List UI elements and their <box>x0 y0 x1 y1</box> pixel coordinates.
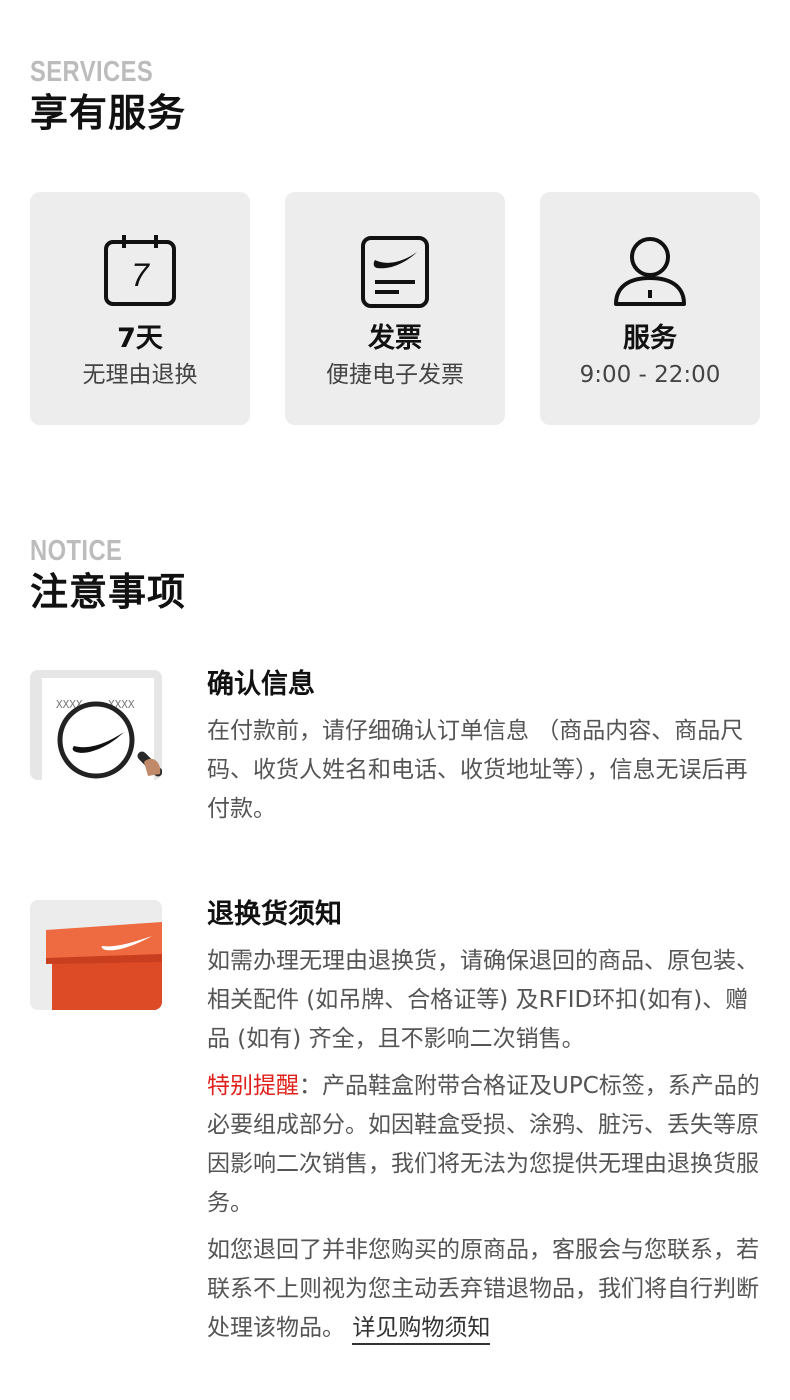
notice-paragraph: 如需办理无理由退换货，请确保退回的商品、原包装、相关配件 (如吊牌、合格证等) … <box>207 948 759 1052</box>
shopping-notice-link[interactable]: 详见购物须知 <box>352 1315 491 1345</box>
magnifier-receipt-image: XXXX XXXX <box>30 670 162 780</box>
notice-item-title: 退换货须知 <box>207 899 342 930</box>
service-title: 服务 <box>623 323 677 354</box>
notice-paragraph: 如您退回了并非您购买的原商品，客服会与您联系，若联系不上则视为您主动丢弃错退物品… <box>207 1231 760 1348</box>
services-title: 享有服务 <box>30 91 187 135</box>
reminder-label: 特别提醒 <box>207 1073 299 1099</box>
shoebox-image <box>30 900 162 1010</box>
service-subtitle: 9:00 - 22:00 <box>579 362 721 388</box>
notice-item-body: 在付款前，请仔细确认订单信息 （商品内容、商品尺码、收货人姓名和电话、收货地址等… <box>207 712 760 837</box>
calendar-icon: 7 <box>104 235 176 306</box>
notice-paragraph: 在付款前，请仔细确认订单信息 （商品内容、商品尺码、收货人姓名和电话、收货地址等… <box>207 718 748 822</box>
service-title: 7天 <box>117 323 163 354</box>
special-reminder: 特别提醒：产品鞋盒附带合格证及UPC标签，系产品的必要组成部分。如因鞋盒受损、涂… <box>207 1067 760 1223</box>
service-card-return[interactable]: 7 7天 无理由退换 <box>30 192 250 425</box>
notice-title: 注意事项 <box>30 570 187 614</box>
notice-item-body: 如需办理无理由退换货，请确保退回的商品、原包装、相关配件 (如吊牌、合格证等) … <box>207 942 760 1356</box>
customer-service-icon <box>614 237 686 306</box>
services-eyebrow: SERVICES <box>30 56 154 88</box>
service-subtitle: 便捷电子发票 <box>326 362 464 388</box>
shoebox-illustration <box>30 900 162 1010</box>
service-card-hours[interactable]: 服务 9:00 - 22:00 <box>540 192 760 425</box>
notice-eyebrow: NOTICE <box>30 535 123 567</box>
invoice-icon <box>361 236 429 308</box>
magnifier-illustration: XXXX XXXX <box>30 670 162 780</box>
calendar-day-number: 7 <box>131 257 150 293</box>
service-subtitle: 无理由退换 <box>82 362 198 388</box>
service-title: 发票 <box>368 323 422 354</box>
notice-item-title: 确认信息 <box>207 669 315 700</box>
service-card-invoice[interactable]: 发票 便捷电子发票 <box>285 192 505 425</box>
